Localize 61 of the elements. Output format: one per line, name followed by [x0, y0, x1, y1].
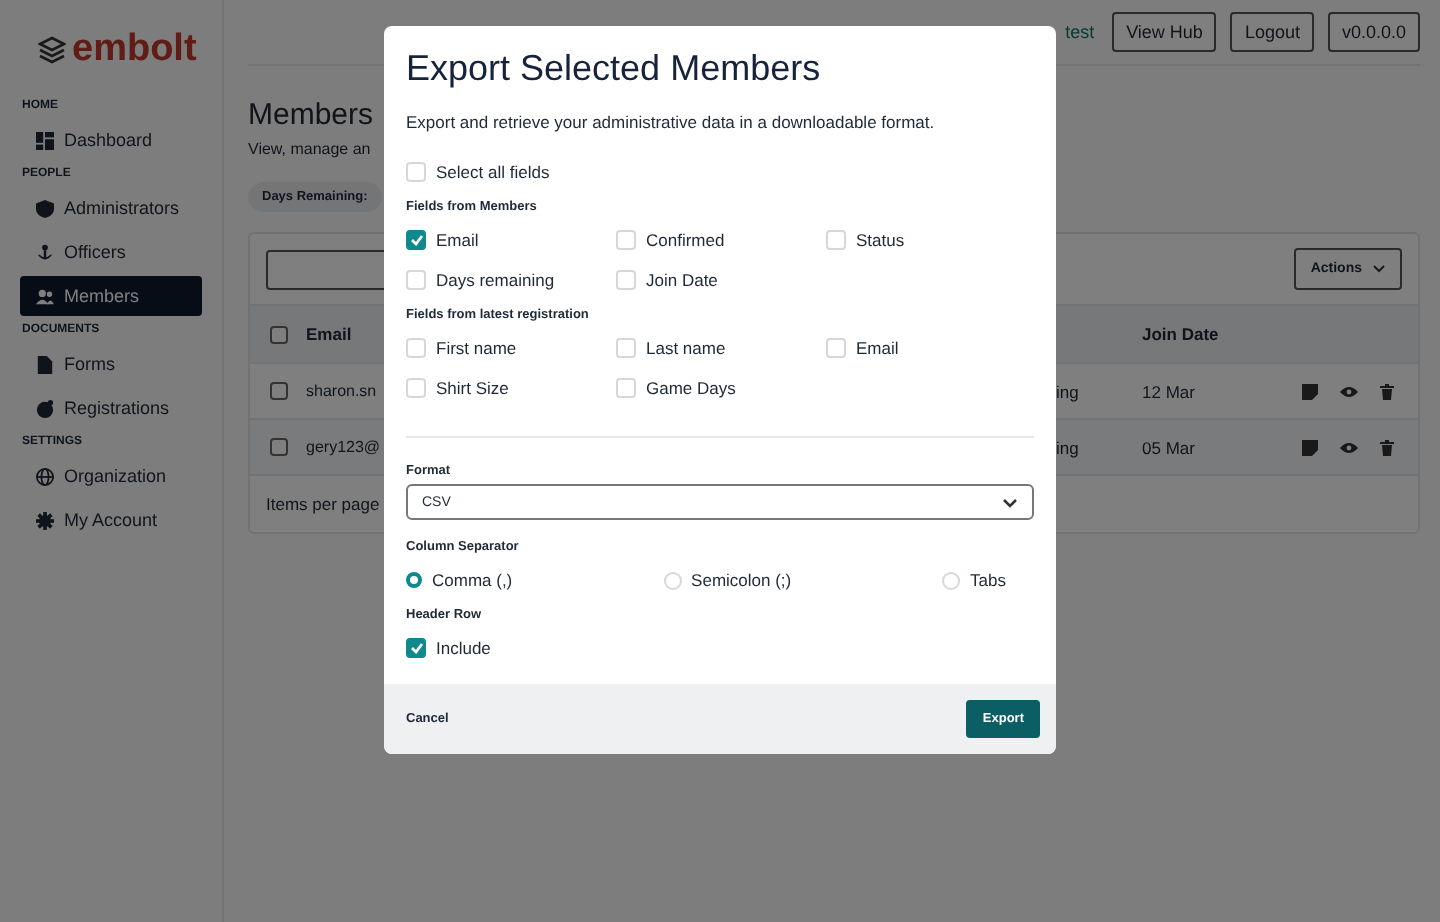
checkbox-label: Last name: [646, 338, 726, 358]
eye-icon[interactable]: [1340, 441, 1358, 453]
checkbox[interactable]: [406, 230, 426, 250]
header-button[interactable]: View Hub: [1112, 12, 1217, 52]
table-cell: sharon.sn: [306, 382, 377, 400]
header-button[interactable]: v0.0.0.0: [1327, 12, 1420, 52]
chevron-down-icon: [1002, 497, 1018, 507]
column-header: Email: [306, 324, 354, 344]
sidebar-item[interactable]: Organization: [20, 456, 202, 496]
logo-text: embolt: [72, 30, 197, 68]
checkbox-label: Status: [856, 230, 905, 250]
dashboard-icon: [36, 131, 54, 149]
dialog-description: Export and retrieve your administrative data in a downloadable format.: [406, 112, 937, 132]
dialog-title: Export Selected Members: [406, 48, 823, 90]
globe-icon: [36, 467, 54, 485]
sidebar-item[interactable]: Dashboard: [20, 120, 202, 160]
caret-icon: [1372, 264, 1386, 274]
checkbox-label: Shirt Size: [436, 378, 509, 398]
sidebar-item[interactable]: Members: [20, 276, 202, 316]
logo-icon: [38, 35, 66, 63]
sidebar-item[interactable]: Forms: [20, 344, 202, 384]
trash-icon[interactable]: [1380, 439, 1394, 455]
header-button[interactable]: Logout: [1230, 12, 1314, 52]
people-icon: [36, 287, 54, 305]
sidebar-item[interactable]: Officers: [20, 232, 202, 272]
radio-label: Semicolon (;): [691, 570, 792, 590]
radio-button[interactable]: [406, 572, 422, 588]
sidebar-item[interactable]: My Account: [20, 500, 202, 540]
table-cell-text: 05 Mar: [1142, 437, 1197, 457]
page-title: Members: [248, 98, 374, 132]
trash-icon[interactable]: [1380, 383, 1394, 399]
checkbox[interactable]: [269, 382, 287, 400]
table-cell-text: ing: [1056, 381, 1081, 401]
checkbox[interactable]: [269, 438, 287, 456]
checkbox-label: Days remaining: [436, 270, 555, 290]
notes-icon[interactable]: [1302, 439, 1318, 455]
checkbox-label: Email: [856, 338, 899, 358]
document-icon: [36, 355, 54, 373]
checkbox-label: Include: [436, 638, 491, 658]
user-link[interactable]: test: [1065, 22, 1095, 42]
eye-icon[interactable]: [1340, 385, 1358, 397]
sidebar-item[interactable]: Registrations: [20, 388, 202, 428]
table-cell: gery123@: [306, 438, 381, 456]
checkbox-label: Select all fields: [436, 162, 550, 182]
page-subtitle: View, manage an: [248, 140, 371, 158]
gear-icon: [36, 511, 54, 529]
radio-label: Comma (,): [432, 570, 513, 590]
checkbox-label: Join Date: [646, 270, 718, 290]
notes-icon[interactable]: [1302, 383, 1318, 399]
checkbox-label: Email: [436, 230, 479, 250]
table-cell-text: ing: [1056, 437, 1081, 457]
checkbox[interactable]: [406, 638, 426, 658]
sidebar-item[interactable]: Administrators: [20, 188, 202, 228]
checkbox-label: First name: [436, 338, 517, 358]
checkbox-label: Game Days: [646, 378, 736, 398]
checkbox-label: Confirmed: [646, 230, 725, 250]
checkbox[interactable]: [269, 325, 287, 343]
column-header: Join Date: [1142, 324, 1221, 344]
radio-label: Tabs: [970, 570, 1006, 590]
table-cell-text: 12 Mar: [1142, 381, 1197, 401]
shield-icon: [36, 199, 54, 217]
